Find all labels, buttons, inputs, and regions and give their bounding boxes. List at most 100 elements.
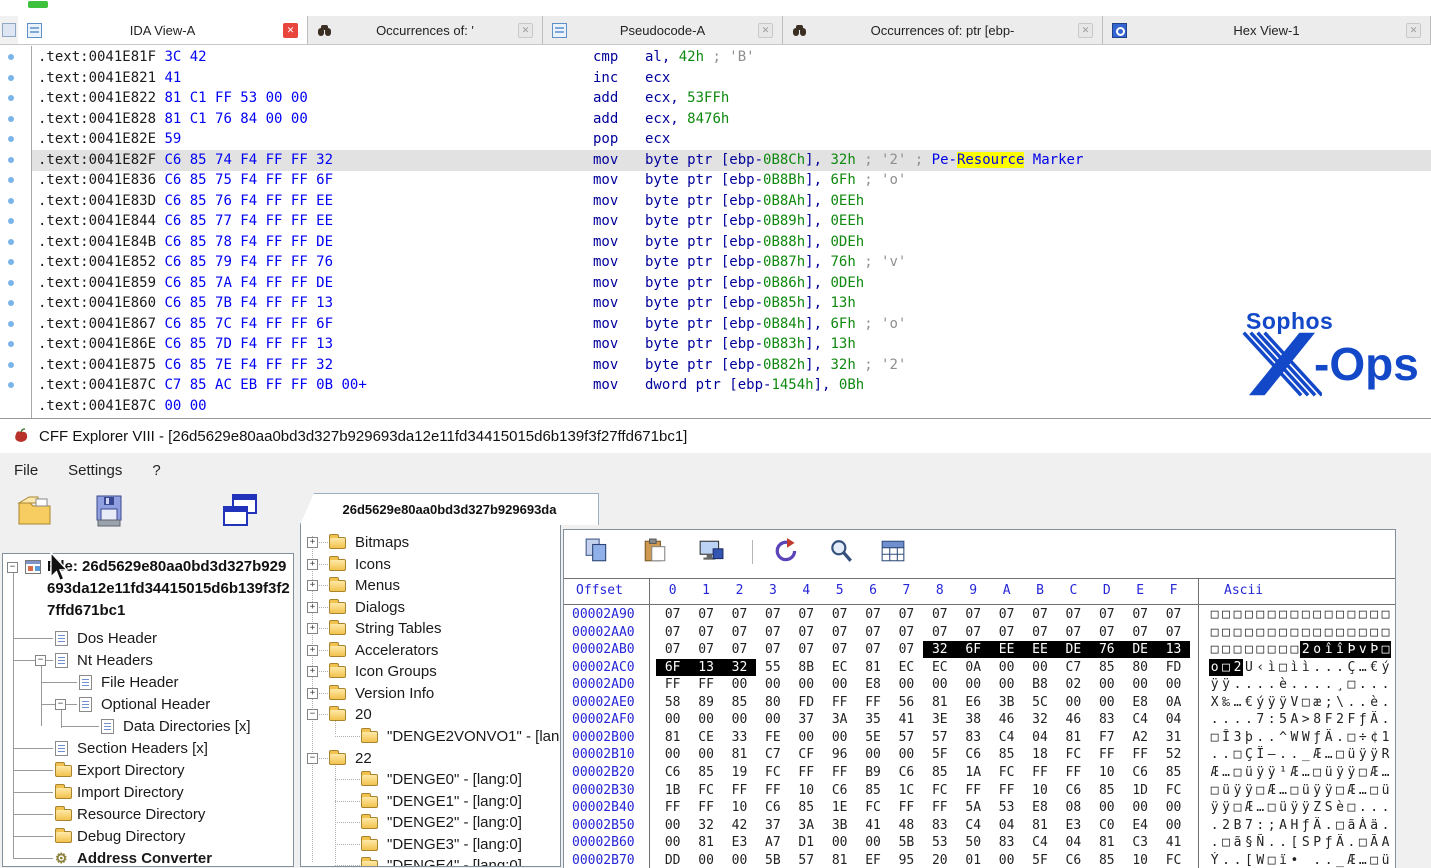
hex-byte[interactable]: 10 xyxy=(1090,764,1123,781)
tree-expander[interactable]: + xyxy=(307,623,318,634)
tree-expander[interactable]: + xyxy=(307,602,318,613)
hex-byte[interactable]: 00 xyxy=(1023,659,1056,676)
hex-row[interactable]: 00002B70DD00005B5781EF952001005FC68510FC… xyxy=(564,852,1395,868)
hex-byte[interactable]: E8 xyxy=(1023,799,1056,816)
menu-item-file[interactable]: File xyxy=(14,462,38,479)
hex-byte[interactable]: 3A xyxy=(790,817,823,834)
hex-byte[interactable]: 83 xyxy=(1090,711,1123,728)
hex-row[interactable]: 00002AA007070707070707070707070707070707… xyxy=(564,624,1395,642)
hex-byte[interactable]: 00 xyxy=(823,729,856,746)
hex-byte[interactable]: 37 xyxy=(756,817,789,834)
hex-byte[interactable]: 41 xyxy=(856,817,889,834)
hex-byte[interactable]: 02 xyxy=(1057,676,1090,693)
hex-byte[interactable]: 07 xyxy=(1023,624,1056,641)
hex-byte[interactable]: 07 xyxy=(1123,606,1156,623)
hex-byte[interactable]: 5A xyxy=(957,799,990,816)
hex-byte[interactable]: 07 xyxy=(689,624,722,641)
hex-byte[interactable]: FF xyxy=(957,782,990,799)
hex-row[interactable]: 00002A9007070707070707070707070707070707… xyxy=(564,606,1395,624)
hex-byte[interactable]: 48 xyxy=(890,817,923,834)
hex-byte[interactable]: C6 xyxy=(1057,782,1090,799)
hex-byte[interactable]: FF xyxy=(1023,764,1056,781)
document-tab[interactable]: 26d5629e80aa0bd3d327b929693da xyxy=(300,493,599,525)
hex-byte[interactable]: DE xyxy=(1123,641,1156,658)
hex-byte[interactable]: 07 xyxy=(957,606,990,623)
save-button[interactable] xyxy=(92,493,126,529)
hex-byte[interactable]: 07 xyxy=(1023,606,1056,623)
ida-tab-pseudocode-a[interactable]: Pseudocode-A✕ xyxy=(543,16,783,44)
hex-byte[interactable]: E4 xyxy=(1123,817,1156,834)
hex-row[interactable]: 00002AE058898580FDFFFF5681E63B5C0000E80A… xyxy=(564,694,1395,712)
hex-byte[interactable]: 07 xyxy=(1157,606,1190,623)
hex-byte[interactable]: 83 xyxy=(923,817,956,834)
hex-byte[interactable]: 32 xyxy=(923,641,956,658)
hex-byte[interactable]: 08 xyxy=(1057,799,1090,816)
listing-row[interactable]: .text:0041E83D C6 85 76 F4 FF FF EEmovby… xyxy=(0,191,1431,212)
hex-byte[interactable]: 13 xyxy=(1157,641,1190,658)
hex-row[interactable]: 00002B50003242373A3B414883C40481E3C0E400… xyxy=(564,817,1395,835)
hex-editor-panel[interactable]: Offset 0123456789ABCDEF Ascii 00002A9007… xyxy=(563,529,1396,868)
hex-byte[interactable]: 00 xyxy=(890,676,923,693)
hex-byte[interactable]: EE xyxy=(1023,641,1056,658)
close-icon[interactable]: ✕ xyxy=(283,23,298,38)
hex-byte[interactable]: 53 xyxy=(923,834,956,851)
hex-byte[interactable]: 04 xyxy=(1023,729,1056,746)
hex-byte[interactable]: 1A xyxy=(957,764,990,781)
tree-item-import-directory[interactable]: Import Directory xyxy=(3,782,293,803)
hex-row[interactable]: 00002B600081E3A7D100005B535083C40481C341… xyxy=(564,834,1395,852)
hex-byte[interactable]: FD xyxy=(1157,659,1190,676)
close-icon[interactable]: ✕ xyxy=(758,23,773,38)
hex-byte[interactable]: 00 xyxy=(756,711,789,728)
hex-byte[interactable]: 96 xyxy=(823,746,856,763)
hex-byte[interactable]: 81 xyxy=(689,834,722,851)
tree-expander[interactable]: + xyxy=(307,666,318,677)
resource-item--denge4-lang-0-[interactable]: "DENGE4" - [lang:0] xyxy=(301,855,560,867)
hex-byte[interactable]: 07 xyxy=(756,606,789,623)
hex-byte[interactable]: 32 xyxy=(1023,711,1056,728)
hex-byte[interactable]: 8B xyxy=(790,659,823,676)
hex-byte[interactable]: D1 xyxy=(790,834,823,851)
search-icon[interactable] xyxy=(828,538,854,564)
tree-item-data-directories-x-[interactable]: Data Directories [x] xyxy=(3,716,293,737)
hex-byte[interactable]: 04 xyxy=(1057,834,1090,851)
hex-byte[interactable]: FF xyxy=(823,764,856,781)
cff-title-bar[interactable]: CFF Explorer VIII - [26d5629e80aa0bd3d32… xyxy=(0,419,1431,453)
hex-byte[interactable]: E6 xyxy=(957,694,990,711)
hex-byte[interactable]: C6 xyxy=(890,764,923,781)
hex-byte[interactable]: 07 xyxy=(890,641,923,658)
hex-byte[interactable]: 57 xyxy=(790,852,823,868)
hex-byte[interactable]: FF xyxy=(890,799,923,816)
hex-byte[interactable]: 85 xyxy=(1090,659,1123,676)
hex-byte[interactable]: 07 xyxy=(1123,624,1156,641)
hex-byte[interactable]: 56 xyxy=(890,694,923,711)
tree-item-dos-header[interactable]: Dos Header xyxy=(3,628,293,649)
resource-item-20[interactable]: −20 xyxy=(301,704,560,725)
tree-expander[interactable]: + xyxy=(307,688,318,699)
hex-byte[interactable]: 1D xyxy=(1123,782,1156,799)
hex-byte[interactable]: C0 xyxy=(1090,817,1123,834)
hex-byte[interactable]: 07 xyxy=(823,641,856,658)
resource-item-menus[interactable]: +Menus xyxy=(301,575,560,596)
resource-item--denge2vonvo1-lang-[interactable]: "DENGE2VONVO1" - [lang: xyxy=(301,726,560,747)
hex-byte[interactable]: 07 xyxy=(723,641,756,658)
hex-byte[interactable]: 3E xyxy=(923,711,956,728)
menu-item-help[interactable]: ? xyxy=(152,462,160,479)
hex-byte[interactable]: FF xyxy=(689,799,722,816)
hex-byte[interactable]: CE xyxy=(689,729,722,746)
hex-byte[interactable]: FC xyxy=(856,799,889,816)
hex-byte[interactable]: 00 xyxy=(856,834,889,851)
hex-byte[interactable]: 00 xyxy=(689,852,722,868)
hex-byte[interactable]: C7 xyxy=(756,746,789,763)
hex-byte[interactable]: 07 xyxy=(689,606,722,623)
tree-item-section-headers-x-[interactable]: Section Headers [x] xyxy=(3,738,293,759)
hex-byte[interactable]: 00 xyxy=(689,711,722,728)
ida-tab-occurrences-of-[interactable]: Occurrences of: '✕ xyxy=(308,16,543,44)
ida-tab-hex-view-1[interactable]: Hex View-1✕ xyxy=(1103,16,1431,44)
hex-byte[interactable]: 1B xyxy=(656,782,689,799)
hex-byte[interactable]: 19 xyxy=(723,764,756,781)
hex-row[interactable]: 00002AD0FFFF00000000E800000000B802000000… xyxy=(564,676,1395,694)
hex-byte[interactable]: 07 xyxy=(957,624,990,641)
tree-expander[interactable]: + xyxy=(307,580,318,591)
close-icon[interactable]: ✕ xyxy=(518,23,533,38)
hex-byte[interactable]: 38 xyxy=(957,711,990,728)
